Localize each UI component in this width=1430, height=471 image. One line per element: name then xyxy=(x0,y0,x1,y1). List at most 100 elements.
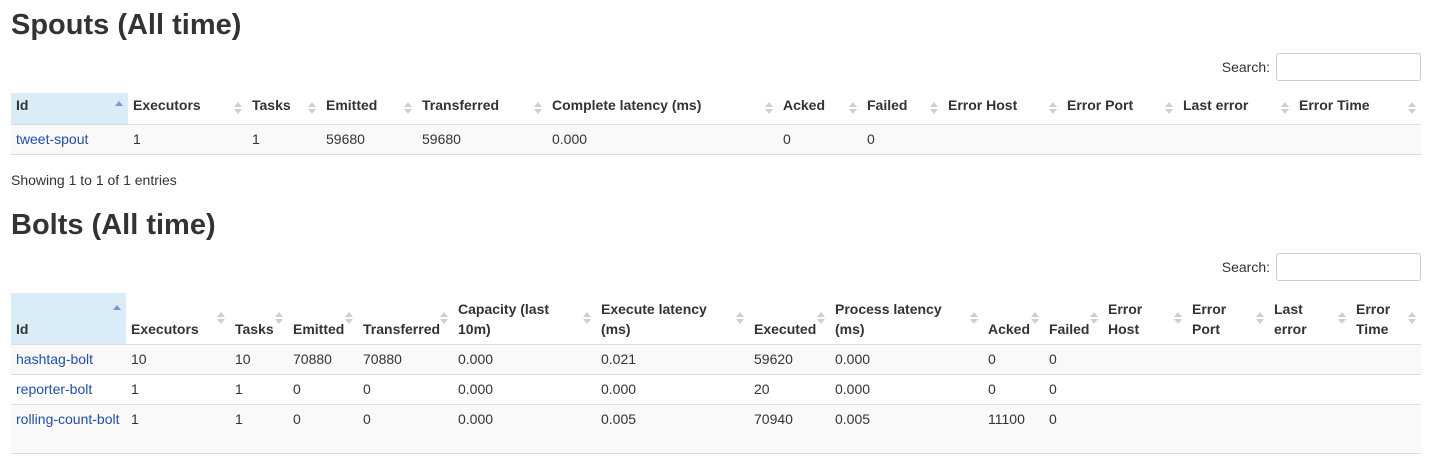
spouts-table-info: Showing 1 to 1 of 1 entries xyxy=(11,172,177,188)
spout-link[interactable]: tweet-spout xyxy=(16,131,88,147)
spouts-col-failed[interactable]: Failed xyxy=(862,93,943,125)
bolts-col-acked[interactable]: Acked xyxy=(983,293,1044,345)
bolts-col-id[interactable]: Id xyxy=(11,293,126,345)
bolt-error-host-cell xyxy=(1103,404,1187,454)
bolts-col-emitted-label: Emitted xyxy=(293,320,345,337)
spouts-col-tasks[interactable]: Tasks xyxy=(247,93,321,125)
spouts-col-transferred[interactable]: Transferred xyxy=(417,93,547,125)
spouts-col-emitted-label: Emitted xyxy=(326,97,378,114)
bolt-transferred-cell: 0 xyxy=(358,404,453,454)
bolt-execute-latency-cell: 0.000 xyxy=(596,374,749,405)
sort-icon xyxy=(1031,312,1039,325)
bolt-last-error-cell xyxy=(1269,404,1351,454)
spouts-col-complete-latency-label: Complete latency (ms) xyxy=(552,97,702,114)
bolts-col-error-host[interactable]: Error Host xyxy=(1103,293,1187,345)
spouts-search-label: Search: xyxy=(1221,59,1270,75)
bolt-link[interactable]: reporter-bolt xyxy=(16,381,92,397)
sort-icon xyxy=(234,102,242,115)
bolt-error-port-cell xyxy=(1187,374,1269,405)
bolts-col-capacity[interactable]: Capacity (last 10m) xyxy=(453,293,596,345)
spouts-search-input[interactable] xyxy=(1276,53,1421,81)
bolts-col-acked-label: Acked xyxy=(988,320,1031,337)
spouts-col-acked-label: Acked xyxy=(783,97,826,114)
bolt-transferred-cell: 0 xyxy=(358,374,453,405)
bolts-col-tasks-label: Tasks xyxy=(235,320,274,337)
bolt-emitted-cell: 0 xyxy=(288,374,358,405)
spout-error-time-cell xyxy=(1294,124,1421,155)
bolt-execute-latency-cell: 0.005 xyxy=(596,404,749,454)
bolts-col-execute-latency[interactable]: Execute latency (ms) xyxy=(596,293,749,345)
bolt-error-time-cell xyxy=(1351,374,1421,405)
bolts-col-capacity-label: Capacity (last 10m) xyxy=(458,300,550,337)
bolts-col-failed[interactable]: Failed xyxy=(1044,293,1103,345)
bolts-col-error-time[interactable]: Error Time xyxy=(1351,293,1421,345)
bolt-tasks-cell: 10 xyxy=(230,344,288,375)
spouts-col-error-port[interactable]: Error Port xyxy=(1062,93,1178,125)
spouts-col-error-port-label: Error Port xyxy=(1067,97,1134,114)
spouts-title: Spouts (All time) xyxy=(11,9,242,41)
bolt-process-latency-cell: 0.000 xyxy=(830,374,983,405)
table-row: hashtag-bolt 10 10 70880 70880 0.000 0.0… xyxy=(11,344,1421,375)
bolt-emitted-cell: 0 xyxy=(288,404,358,454)
spout-acked-cell: 0 xyxy=(778,124,862,155)
bolt-last-error-cell xyxy=(1269,344,1351,375)
spouts-col-tasks-label: Tasks xyxy=(252,97,291,114)
spouts-col-emitted[interactable]: Emitted xyxy=(321,93,417,125)
bolts-col-error-port[interactable]: Error Port xyxy=(1187,293,1269,345)
bolts-col-executed[interactable]: Executed xyxy=(749,293,830,345)
spouts-col-transferred-label: Transferred xyxy=(422,97,500,114)
spouts-col-error-host[interactable]: Error Host xyxy=(943,93,1062,125)
bolt-execute-latency-cell: 0.021 xyxy=(596,344,749,375)
sort-asc-icon xyxy=(115,101,123,108)
spouts-header-row: Id Executors Tasks Emitted Transferred C… xyxy=(11,93,1421,125)
sort-icon xyxy=(583,312,591,325)
bolt-executors-cell: 1 xyxy=(126,404,230,454)
bolts-col-execute-latency-label: Execute latency (ms) xyxy=(601,300,707,337)
spouts-col-last-error[interactable]: Last error xyxy=(1178,93,1294,125)
bolt-error-host-cell xyxy=(1103,344,1187,375)
bolts-col-emitted[interactable]: Emitted xyxy=(288,293,358,345)
sort-icon xyxy=(1408,102,1416,115)
bolts-search-label: Search: xyxy=(1221,259,1270,275)
spouts-col-failed-label: Failed xyxy=(867,97,908,114)
bolt-emitted-cell: 70880 xyxy=(288,344,358,375)
bolt-last-error-cell xyxy=(1269,374,1351,405)
bolt-id-cell: reporter-bolt xyxy=(11,374,126,405)
bolt-error-port-cell xyxy=(1187,404,1269,454)
bolt-executed-cell: 20 xyxy=(749,374,830,405)
bolt-error-port-cell xyxy=(1187,344,1269,375)
bolt-link[interactable]: rolling-count-bolt xyxy=(16,411,120,427)
bolt-link[interactable]: hashtag-bolt xyxy=(16,351,93,367)
spouts-col-acked[interactable]: Acked xyxy=(778,93,862,125)
sort-icon xyxy=(970,312,978,325)
bolts-col-last-error[interactable]: Last error xyxy=(1269,293,1351,345)
bolts-col-process-latency[interactable]: Process latency (ms) xyxy=(830,293,983,345)
bolt-failed-cell: 0 xyxy=(1044,344,1103,375)
spout-tasks-cell: 1 xyxy=(247,124,321,155)
bolts-col-tasks[interactable]: Tasks xyxy=(230,293,288,345)
spout-error-port-cell xyxy=(1062,124,1178,155)
bolts-search-input[interactable] xyxy=(1276,253,1421,281)
spouts-col-last-error-label: Last error xyxy=(1183,97,1249,114)
table-row: reporter-bolt 1 1 0 0 0.000 0.000 20 0.0… xyxy=(11,374,1421,405)
spouts-col-executors[interactable]: Executors xyxy=(128,93,247,125)
bolt-failed-cell: 0 xyxy=(1044,374,1103,405)
bolts-col-error-host-label: Error Host xyxy=(1108,300,1143,337)
sort-icon xyxy=(345,312,353,325)
bolt-executors-cell: 10 xyxy=(126,344,230,375)
bolts-col-transferred[interactable]: Transferred xyxy=(358,293,453,345)
spouts-col-error-time[interactable]: Error Time xyxy=(1294,93,1421,125)
spout-executors-cell: 1 xyxy=(128,124,247,155)
sort-icon xyxy=(849,102,857,115)
bolt-id-cell: hashtag-bolt xyxy=(11,344,126,375)
spouts-col-executors-label: Executors xyxy=(133,97,201,114)
bolt-failed-cell: 0 xyxy=(1044,404,1103,454)
spouts-col-complete-latency[interactable]: Complete latency (ms) xyxy=(547,93,778,125)
spouts-col-id[interactable]: Id xyxy=(11,93,128,125)
sort-icon xyxy=(275,312,283,325)
bolts-col-executors[interactable]: Executors xyxy=(126,293,230,345)
bolt-executed-cell: 70940 xyxy=(749,404,830,454)
bolt-acked-cell: 0 xyxy=(983,344,1044,375)
sort-icon xyxy=(1338,312,1346,325)
spouts-col-error-time-label: Error Time xyxy=(1299,97,1370,114)
